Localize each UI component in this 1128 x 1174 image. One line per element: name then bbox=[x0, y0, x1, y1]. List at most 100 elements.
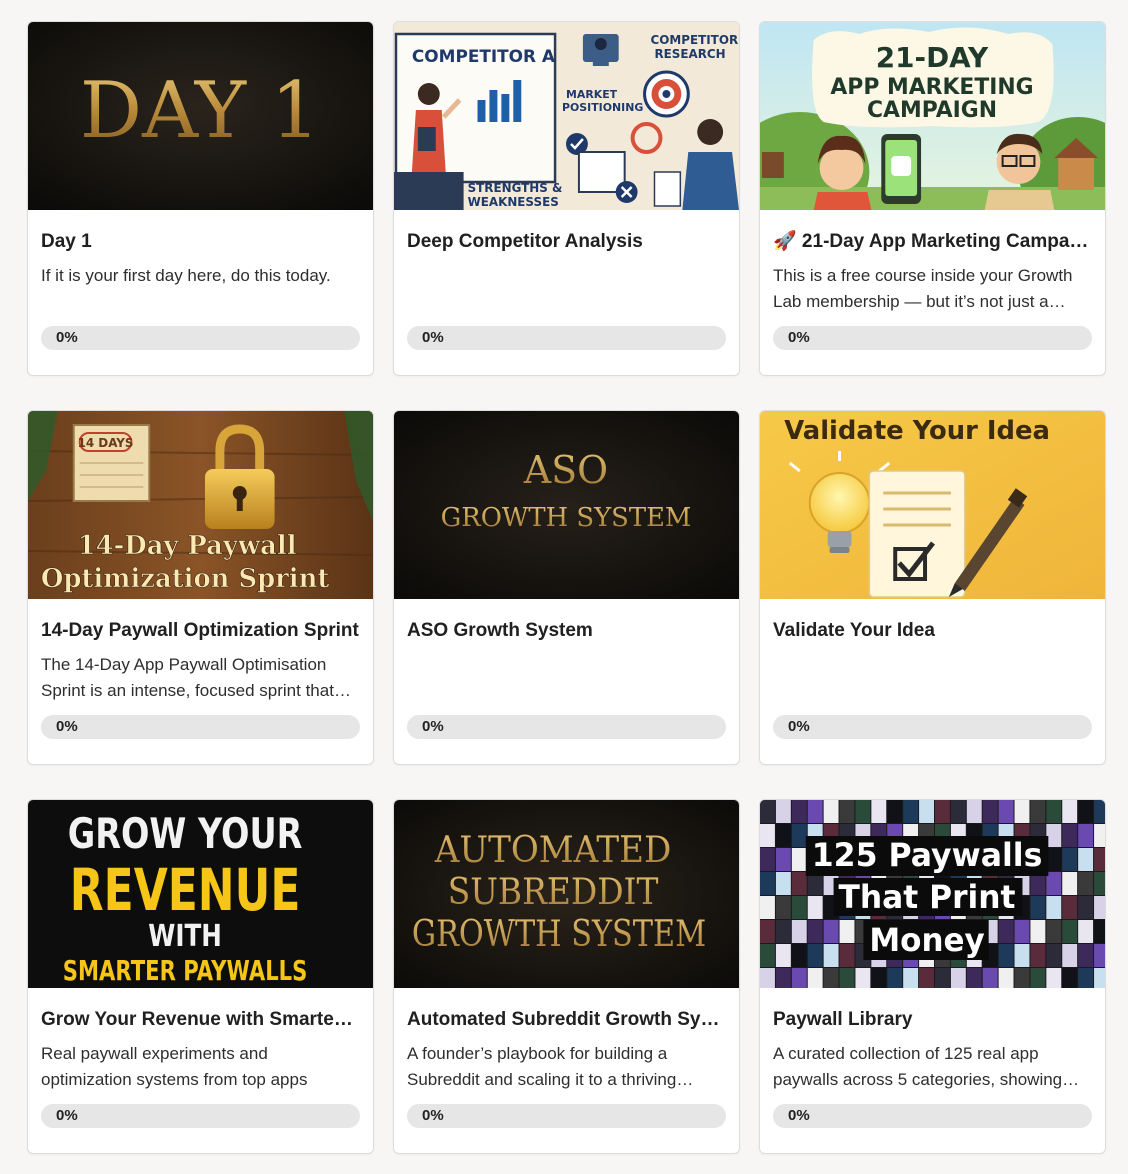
thumbnail-line-1: 21-DAY bbox=[876, 41, 989, 74]
course-card-21-day-app-marketing-campaign[interactable]: 21-DAY APP MARKETING CAMPAIGN 🚀 21-Day A… bbox=[759, 21, 1106, 376]
mosaic-tile bbox=[1062, 800, 1078, 823]
mosaic-tile bbox=[887, 968, 903, 988]
thumbnail-line-3: Money bbox=[869, 921, 985, 959]
progress-label: 0% bbox=[788, 718, 810, 735]
mosaic-tile bbox=[839, 968, 855, 988]
course-description: Real paywall experiments and optimizatio… bbox=[41, 1044, 308, 1089]
progress-bar: 0% bbox=[773, 715, 1092, 739]
mosaic-tile bbox=[1078, 800, 1094, 823]
thumbnail-line-1: 125 Paywalls bbox=[812, 836, 1043, 874]
course-title: Automated Subreddit Growth System bbox=[407, 1009, 726, 1030]
mosaic-tile bbox=[1062, 968, 1078, 988]
progress-bar: 0% bbox=[407, 326, 726, 350]
mosaic-tile bbox=[1094, 944, 1105, 967]
course-card-grow-your-revenue[interactable]: GROW YOUR REVENUE WITH SMARTER PAYWALLS … bbox=[27, 799, 374, 1154]
mosaic-tile bbox=[839, 944, 855, 967]
mosaic-tile bbox=[775, 824, 791, 847]
progress-label: 0% bbox=[422, 718, 444, 735]
mosaic-tile bbox=[887, 800, 903, 823]
mosaic-tile bbox=[1030, 896, 1046, 919]
mosaic-tile bbox=[1094, 896, 1105, 919]
mosaic-tile bbox=[871, 800, 887, 823]
mosaic-tile bbox=[982, 800, 998, 823]
course-card-day-1[interactable]: DAY 1 Day 1 If it is your first day here… bbox=[27, 21, 374, 376]
mosaic-tile bbox=[1030, 920, 1046, 943]
mosaic-tile bbox=[1094, 872, 1105, 895]
thumbnail-line-2: Optimization Sprint bbox=[41, 564, 329, 594]
thumbnail-calendar-label: 14 DAYS bbox=[78, 436, 134, 450]
mosaic-tile bbox=[1046, 968, 1062, 988]
mosaic-tile bbox=[1046, 920, 1062, 943]
mosaic-tile bbox=[791, 920, 807, 943]
thumbnail-board-label: COMPETITOR A bbox=[412, 46, 556, 66]
course-thumbnail: ASO GROWTH SYSTEM bbox=[394, 411, 739, 599]
course-title: ASO Growth System bbox=[407, 620, 593, 641]
mosaic-tile bbox=[998, 944, 1014, 967]
course-card-14-day-paywall-optimization-sprint[interactable]: 14 DAYS 14-Day Paywall Optimization Spri… bbox=[27, 410, 374, 765]
course-title: Deep Competitor Analysis bbox=[407, 231, 643, 252]
mosaic-tile bbox=[791, 896, 807, 919]
mosaic-tile bbox=[839, 920, 855, 943]
progress-bar: 0% bbox=[41, 326, 360, 350]
mosaic-tile bbox=[839, 800, 855, 823]
course-description: A curated collection of 125 real app pay… bbox=[773, 1044, 1063, 1089]
course-thumbnail: 21-DAY APP MARKETING CAMPAIGN bbox=[760, 22, 1105, 210]
mosaic-tile bbox=[871, 968, 887, 988]
mosaic-tile bbox=[760, 824, 775, 847]
course-title: Day 1 bbox=[41, 231, 92, 252]
mosaic-tile bbox=[1014, 944, 1030, 967]
mosaic-tile bbox=[934, 800, 950, 823]
course-card-deep-competitor-analysis[interactable]: COMPETITOR A COMPETITOR RESEARCH MARKET … bbox=[393, 21, 740, 376]
progress-label: 0% bbox=[422, 1107, 444, 1124]
course-title: Grow Your Revenue with Smarter Paywalls bbox=[41, 1009, 360, 1030]
thumbnail-line-1: 14-Day Paywall bbox=[78, 531, 297, 561]
mosaic-tile bbox=[807, 944, 823, 967]
mosaic-tile bbox=[775, 848, 791, 871]
course-description bbox=[407, 652, 726, 704]
mosaic-tile bbox=[791, 944, 807, 967]
mosaic-tile bbox=[1014, 968, 1030, 988]
mosaic-tile bbox=[1062, 872, 1078, 895]
course-description bbox=[773, 652, 1092, 704]
mosaic-tile bbox=[823, 800, 839, 823]
course-title: 14-Day Paywall Optimization Sprint bbox=[41, 620, 359, 641]
mosaic-tile bbox=[1030, 944, 1046, 967]
course-thumbnail: 125 Paywalls That Print Money bbox=[760, 800, 1105, 988]
mosaic-tile bbox=[1078, 968, 1094, 988]
course-description: This is a free course inside your Growth… bbox=[773, 266, 1073, 311]
course-card-paywall-library[interactable]: 125 Paywalls That Print Money Paywall Li… bbox=[759, 799, 1106, 1154]
mosaic-tile bbox=[1062, 920, 1078, 943]
progress-label: 0% bbox=[56, 329, 78, 346]
course-card-aso-growth-system[interactable]: ASO GROWTH SYSTEM ASO Growth System 0% bbox=[393, 410, 740, 765]
mosaic-tile bbox=[791, 824, 807, 847]
mosaic-tile bbox=[775, 872, 791, 895]
mosaic-tile bbox=[791, 968, 807, 988]
progress-bar: 0% bbox=[41, 715, 360, 739]
progress-bar: 0% bbox=[407, 1104, 726, 1128]
progress-bar: 0% bbox=[407, 715, 726, 739]
mosaic-tile bbox=[1094, 800, 1105, 823]
course-thumbnail: GROW YOUR REVENUE WITH SMARTER PAYWALLS bbox=[28, 800, 373, 988]
progress-label: 0% bbox=[56, 718, 78, 735]
mosaic-tile bbox=[934, 968, 950, 988]
course-card-automated-subreddit-growth-system[interactable]: AUTOMATED SUBREDDIT GROWTH SYSTEM Automa… bbox=[393, 799, 740, 1154]
mosaic-tile bbox=[1046, 800, 1062, 823]
thumbnail-strengths-line-1: STRENGTHS & bbox=[468, 181, 563, 195]
course-thumbnail: DAY 1 bbox=[28, 22, 373, 210]
thumbnail-line-2: REVENUE bbox=[70, 856, 301, 924]
thumbnail-title: DAY 1 bbox=[80, 66, 320, 156]
thumbnail-strengths-line-2: WEAKNESSES bbox=[468, 195, 559, 209]
mosaic-tile bbox=[775, 944, 791, 967]
mosaic-tile bbox=[823, 968, 839, 988]
mosaic-tile bbox=[760, 896, 775, 919]
course-card-validate-your-idea[interactable]: Validate Your Idea Validate Your Idea 0% bbox=[759, 410, 1106, 765]
mosaic-tile bbox=[1030, 968, 1046, 988]
mosaic-tile bbox=[1046, 944, 1062, 967]
mosaic-tile bbox=[823, 944, 839, 967]
mosaic-tile bbox=[998, 800, 1014, 823]
mosaic-tile bbox=[950, 800, 966, 823]
mosaic-tile bbox=[1046, 824, 1062, 847]
mosaic-tile bbox=[791, 848, 807, 871]
thumbnail-title: Validate Your Idea bbox=[784, 416, 1050, 446]
mosaic-tile bbox=[855, 800, 871, 823]
